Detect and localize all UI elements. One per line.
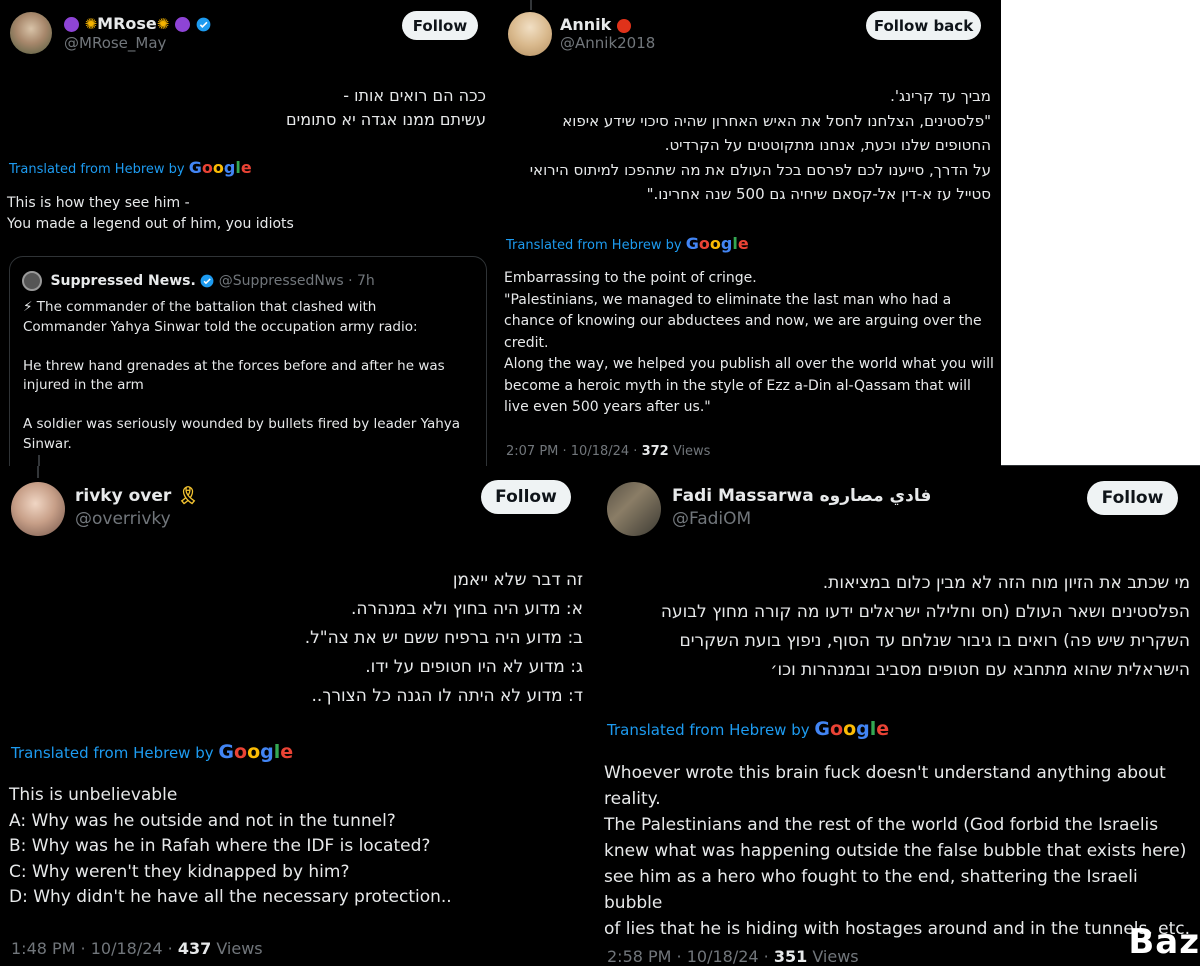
translated-notice[interactable]: Translated from Hebrew by Google [607, 718, 889, 740]
hebrew-text: ככה הם רואים אותו - עשיתם ממנו אגדה יא ס… [286, 86, 486, 129]
translated-text: This is unbelievable A: Why was he outsi… [9, 785, 452, 907]
quoted-tweet[interactable]: Suppressed News. @SuppressedNws · 7h ⚡ T… [9, 256, 487, 466]
quote-body: ⚡ The commander of the battalion that cl… [23, 299, 461, 452]
tomato-icon [616, 18, 631, 33]
tweet-fadi: Fadi Massarwa فادي مصاروه @FadiOM Follow… [596, 466, 1200, 966]
thread-line [530, 0, 532, 10]
purple-circle-icon [64, 17, 79, 32]
hebrew-text: מביך עד קרינג'. "פלסטינים, הצלחנו לחסל א… [529, 87, 991, 203]
hebrew-text: זה דבר שלא ייאמן א: מדוע היה בחוץ ולא במ… [304, 570, 583, 706]
quote-avatar [22, 271, 42, 291]
follow-back-button[interactable]: Follow back [866, 11, 981, 40]
watermark-logo: Baz [1128, 922, 1200, 962]
translated-text: Embarrassing to the point of cringe. "Pa… [504, 270, 994, 415]
tweet-mrose: ✺MRose✺ @MRose_May Follow ככה הם רואים א… [0, 0, 500, 466]
avatar[interactable] [11, 482, 65, 536]
verified-badge-icon [200, 274, 214, 288]
translated-text: This is how they see him - You made a le… [7, 195, 294, 232]
google-logo: Google [814, 718, 890, 740]
handle[interactable]: @FadiOM [672, 509, 751, 529]
handle[interactable]: @Annik2018 [560, 34, 655, 52]
translated-notice[interactable]: Translated from Hebrew by Google [506, 234, 749, 253]
follow-button[interactable]: Follow [402, 11, 478, 40]
hebrew-text: מי שכתב את הזיון מוח הזה לא מבין כלום במ… [660, 573, 1190, 680]
follow-button[interactable]: Follow [481, 480, 571, 514]
quote-header: Suppressed News. @SuppressedNws · 7h [22, 271, 375, 291]
handle[interactable]: @MRose_May [64, 34, 166, 52]
display-name[interactable]: ✺MRose✺ [64, 14, 211, 33]
timestamp-views[interactable]: 2:07 PM · 10/18/24 · 372 Views [506, 444, 710, 459]
timestamp-views[interactable]: 2:58 PM · 10/18/24 · 351 Views [607, 947, 859, 966]
translated-text: Whoever wrote this brain fuck doesn't un… [604, 763, 1191, 939]
google-logo: Google [218, 741, 294, 763]
verified-badge-icon [196, 17, 210, 32]
translated-notice[interactable]: Translated from Hebrew by Google [9, 158, 252, 177]
google-logo: Google [188, 158, 252, 177]
avatar[interactable] [508, 12, 552, 56]
tweet-annik: Annik @Annik2018 Follow back מביך עד קרי… [500, 0, 1001, 466]
avatar[interactable] [607, 482, 661, 536]
handle[interactable]: @overrivky [75, 509, 171, 529]
tweet-rivky: rivky over 🎗 @overrivky Follow זה דבר של… [0, 466, 596, 966]
display-name[interactable]: Annik [560, 15, 631, 34]
avatar[interactable] [10, 12, 52, 54]
sun-icon: ✺ [156, 15, 170, 33]
purple-circle-icon [174, 17, 190, 32]
display-name[interactable]: rivky over 🎗 [75, 486, 199, 506]
google-logo: Google [685, 234, 749, 253]
follow-button[interactable]: Follow [1087, 481, 1178, 515]
timestamp-views[interactable]: 1:48 PM · 10/18/24 · 437 Views [11, 939, 263, 958]
sun-icon: ✺ [84, 15, 98, 33]
translated-notice[interactable]: Translated from Hebrew by Google [11, 741, 293, 763]
display-name[interactable]: Fadi Massarwa فادي مصاروه [672, 486, 931, 506]
yellow-ribbon-icon: 🎗 [177, 486, 199, 506]
thread-line [37, 466, 39, 478]
